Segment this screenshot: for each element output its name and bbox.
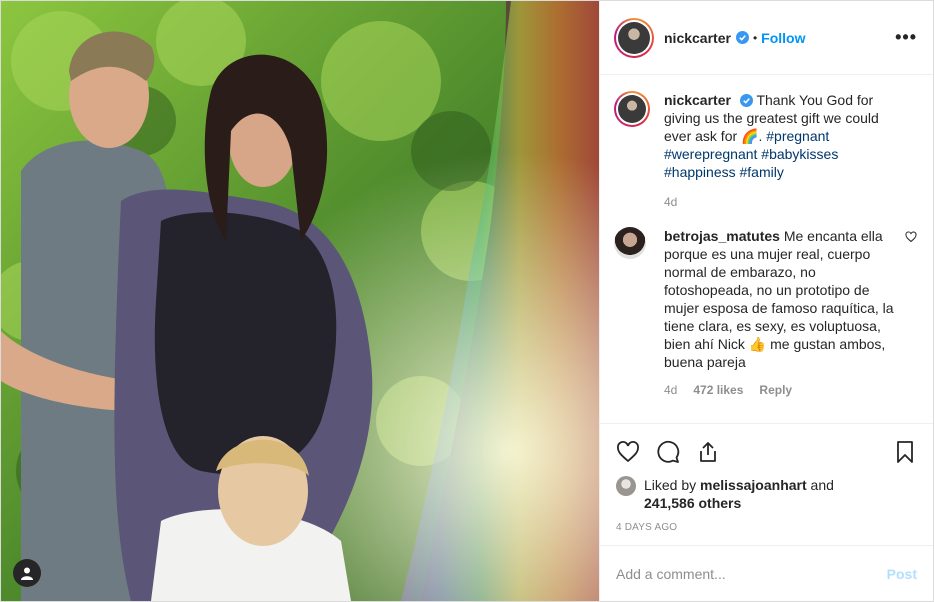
caption-meta: 4d — [664, 195, 917, 209]
likes-summary: Liked by melissajoanhart and 241,586 oth… — [616, 476, 917, 512]
liker-username[interactable]: melissajoanhart — [700, 477, 807, 493]
instagram-post: nickcarter • Follow ••• nickcarter Thank… — [0, 0, 934, 602]
reply-button[interactable]: Reply — [759, 383, 792, 397]
post-header: nickcarter • Follow ••• — [600, 1, 933, 75]
post-timestamp[interactable]: 4 DAYS AGO — [616, 522, 917, 533]
add-comment-input[interactable] — [616, 565, 887, 582]
caption-avatar[interactable] — [614, 91, 650, 127]
heart-icon[interactable] — [616, 440, 640, 464]
commenter-avatar[interactable] — [614, 227, 646, 259]
verified-badge-icon — [735, 31, 749, 44]
user-tag-icon[interactable] — [13, 559, 41, 587]
author-avatar[interactable] — [614, 17, 654, 58]
liked-by-prefix: Liked by — [644, 477, 697, 493]
caption-username[interactable]: nickcarter — [664, 92, 731, 108]
share-icon[interactable] — [696, 440, 720, 464]
action-bar: Liked by melissajoanhart and 241,586 oth… — [600, 423, 933, 545]
comment-row: betrojas_matutes Me encanta ella porque … — [614, 227, 917, 371]
caption-age[interactable]: 4d — [664, 195, 677, 209]
verified-badge-icon — [739, 94, 753, 107]
liker-avatar[interactable] — [616, 476, 636, 496]
comment-meta: 4d 472 likes Reply — [664, 383, 917, 397]
author-username[interactable]: nickcarter — [664, 30, 731, 46]
comments-list[interactable]: nickcarter Thank You God for giving us t… — [600, 75, 933, 423]
comment-body: Me encanta ella porque es una mujer real… — [664, 228, 894, 370]
commenter-username[interactable]: betrojas_matutes — [664, 228, 780, 244]
post-photo[interactable] — [1, 1, 599, 601]
bookmark-icon[interactable] — [893, 440, 917, 464]
caption-text: nickcarter Thank You God for giving us t… — [664, 91, 894, 181]
comment-age[interactable]: 4d — [664, 383, 677, 397]
comment-icon[interactable] — [656, 440, 680, 464]
family-photo-image — [1, 1, 599, 601]
caption-row: nickcarter Thank You God for giving us t… — [614, 91, 917, 181]
liked-by-and: and — [810, 477, 834, 493]
likes-count[interactable]: 241,586 others — [644, 495, 741, 511]
comment-text: betrojas_matutes Me encanta ella porque … — [664, 227, 900, 371]
comment-like-heart-icon[interactable] — [905, 231, 917, 243]
separator-dot: • — [752, 30, 758, 45]
more-options-icon[interactable]: ••• — [895, 27, 917, 48]
add-comment-bar: Post — [600, 545, 933, 601]
post-comment-button[interactable]: Post — [887, 566, 917, 582]
follow-button[interactable]: Follow — [761, 30, 805, 46]
comment-likes[interactable]: 472 likes — [693, 383, 743, 397]
post-sidebar: nickcarter • Follow ••• nickcarter Thank… — [599, 1, 933, 601]
